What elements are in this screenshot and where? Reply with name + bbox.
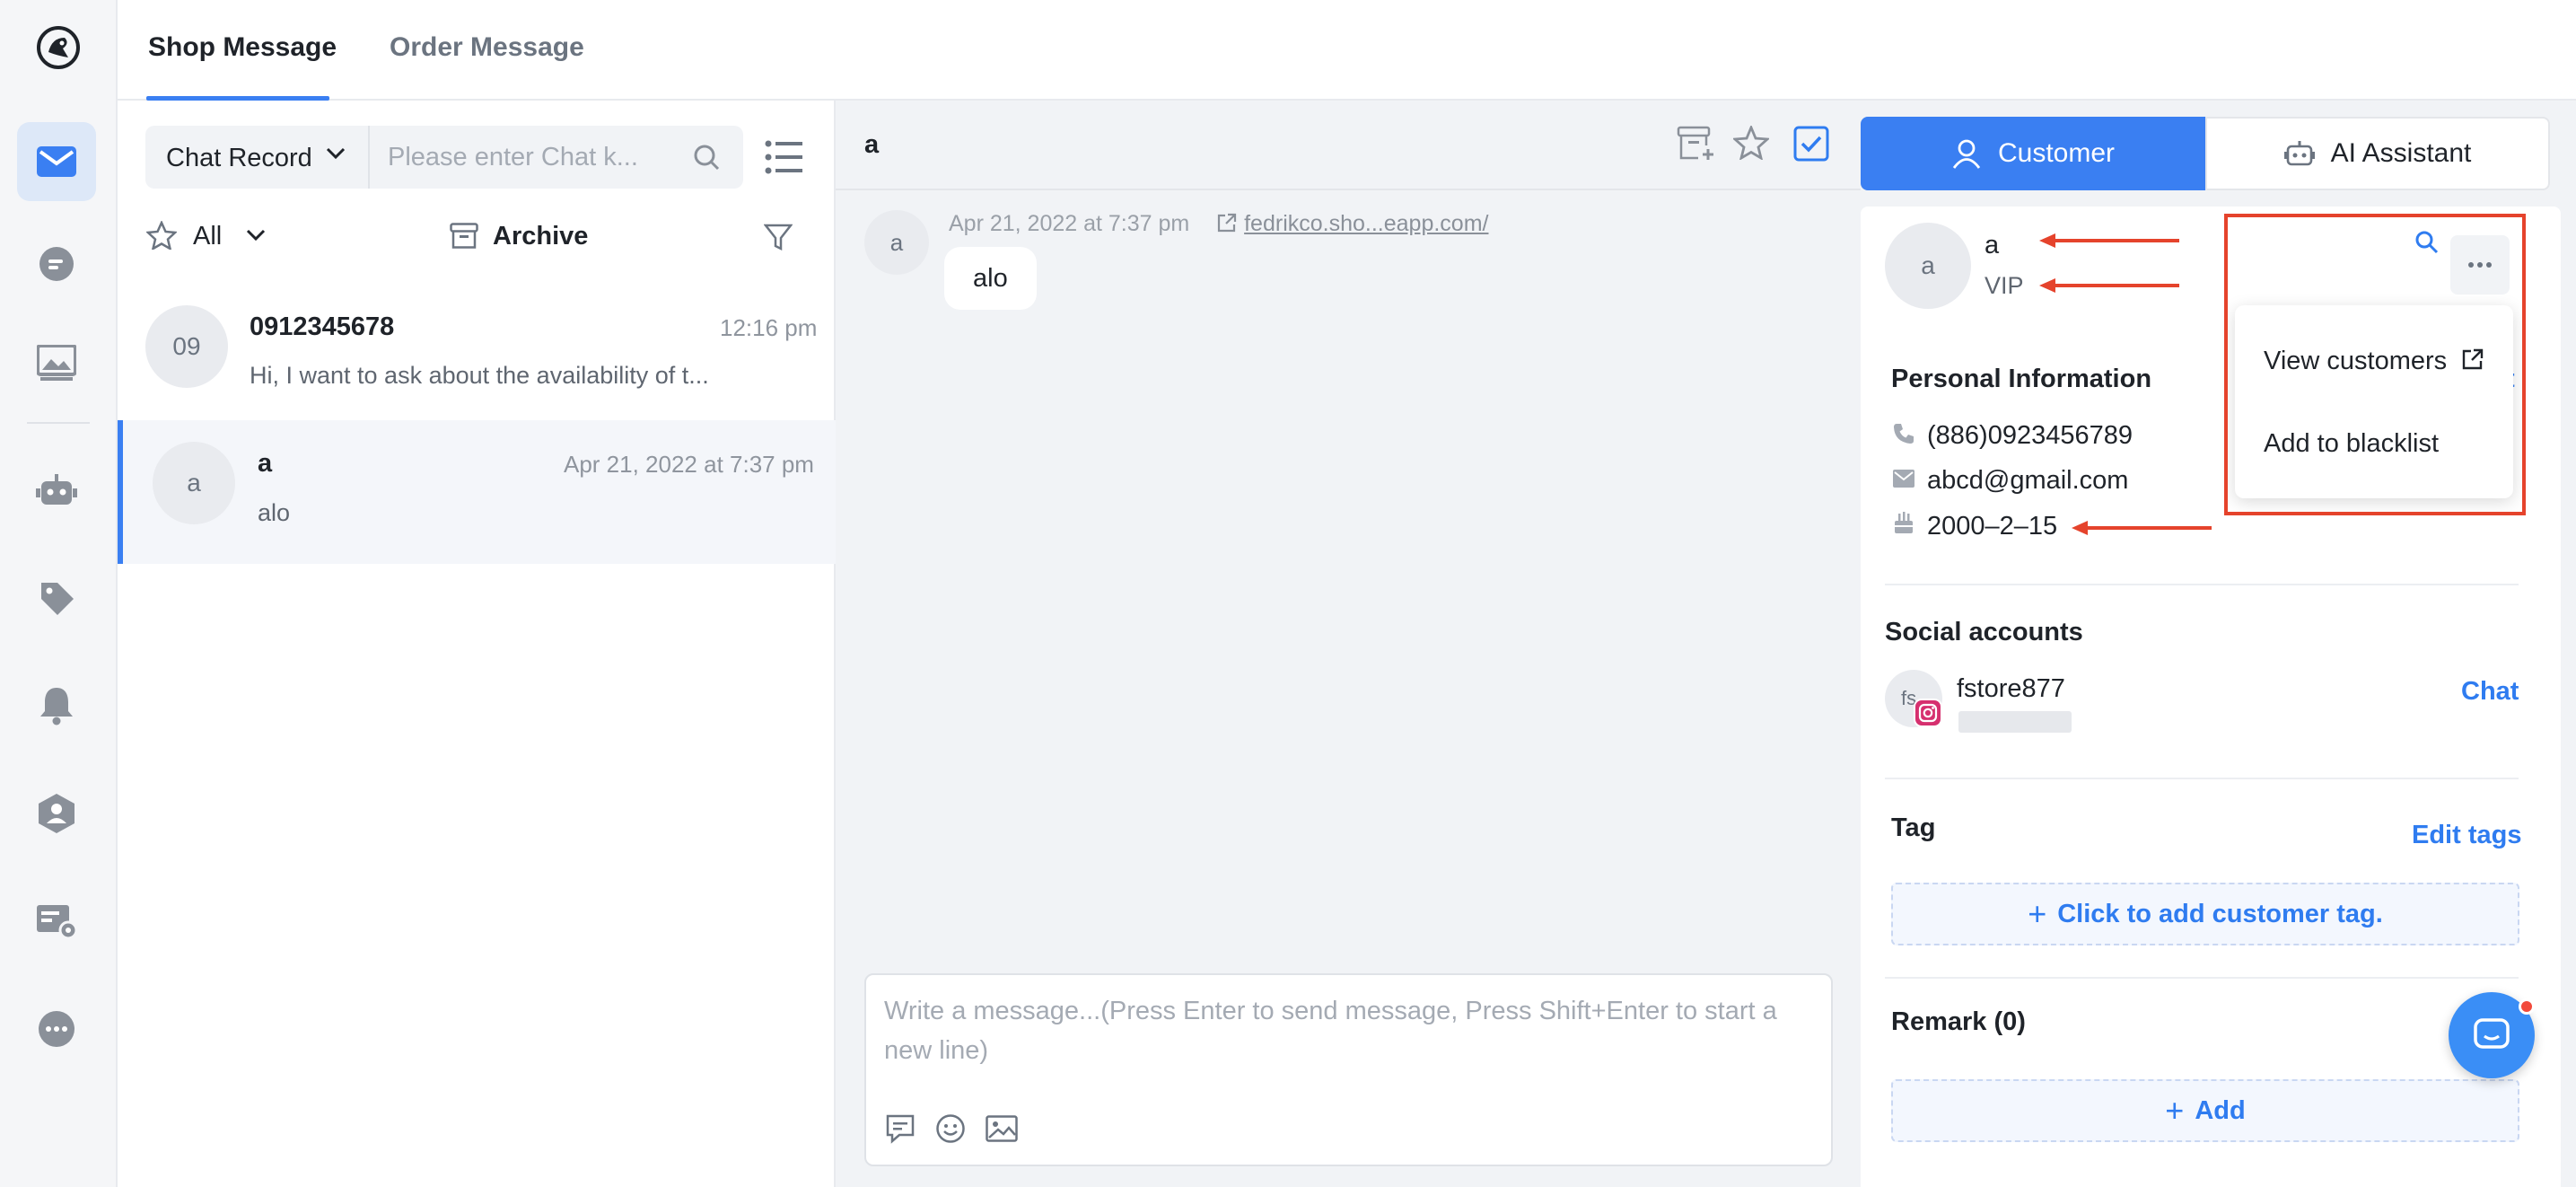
conversation-name: 0912345678 xyxy=(250,312,395,341)
add-customer-tag-button[interactable]: + Click to add customer tag. xyxy=(1891,883,2519,945)
star-icon[interactable] xyxy=(1733,126,1769,160)
plus-icon: + xyxy=(2028,895,2047,932)
section-divider xyxy=(1885,584,2519,585)
avatar: 09 xyxy=(145,305,228,388)
tab-ai-assistant[interactable]: AI Assistant xyxy=(2205,117,2550,190)
customer-email: abcd@gmail.com xyxy=(1927,466,2129,495)
customer-phone: (886)0923456789 xyxy=(1927,421,2133,450)
nav-comments-icon[interactable] xyxy=(17,224,96,303)
edit-tags-link[interactable]: Edit tags xyxy=(2412,821,2521,850)
plus-icon: + xyxy=(2165,1092,2185,1129)
conversation-name: a xyxy=(258,449,273,478)
redacted-handle xyxy=(1958,711,2072,733)
avatar: a xyxy=(153,442,235,524)
chevron-down-icon[interactable] xyxy=(246,229,266,242)
tab-ai-assistant-label: AI Assistant xyxy=(2330,138,2472,168)
checkbox-done-icon[interactable] xyxy=(1793,126,1829,162)
birthday-cake-icon xyxy=(1892,510,1915,535)
archive-add-icon[interactable] xyxy=(1677,126,1716,162)
nav-messages-icon[interactable] xyxy=(17,122,96,201)
archive-icon[interactable] xyxy=(450,223,478,250)
search-separator xyxy=(368,126,370,189)
message-time: Apr 21, 2022 at 7:37 pm xyxy=(949,211,1190,236)
remark-title: Remark (0) xyxy=(1891,1007,2026,1036)
conversation-snippet: alo xyxy=(258,499,291,526)
chat-title: a xyxy=(864,130,880,159)
message-input[interactable] xyxy=(884,991,1809,1081)
section-divider xyxy=(1885,778,2519,779)
app-logo-icon[interactable] xyxy=(36,25,81,70)
list-view-icon[interactable] xyxy=(765,140,802,174)
star-icon[interactable] xyxy=(146,221,177,250)
external-link-icon xyxy=(1216,212,1238,233)
conversation-time: 12:16 pm xyxy=(720,314,818,341)
annotation-arrows xyxy=(2039,233,2179,293)
nav-tags-icon[interactable] xyxy=(17,558,96,637)
search-type-select[interactable]: Chat Record xyxy=(166,144,312,173)
customer-name: a xyxy=(1985,231,2000,259)
tab-customer[interactable]: Customer xyxy=(1861,117,2205,190)
archive-button[interactable]: Archive xyxy=(493,222,588,251)
instagram-icon xyxy=(1914,699,1942,727)
nav-gallery-icon[interactable] xyxy=(17,323,96,402)
conversation-time: Apr 21, 2022 at 7:37 pm xyxy=(564,451,814,478)
conversation-list-panel xyxy=(118,101,836,1187)
filter-all-select[interactable]: All xyxy=(193,222,222,251)
emoji-icon[interactable] xyxy=(935,1113,966,1144)
tab-shop-message[interactable]: Shop Message xyxy=(148,32,337,63)
conversation-snippet: Hi, I want to ask about the availability… xyxy=(250,362,709,389)
social-account-name: fstore877 xyxy=(1957,674,2065,703)
tag-title: Tag xyxy=(1891,813,1936,842)
rail-divider xyxy=(27,422,90,424)
annotation-highlight-box xyxy=(2224,214,2526,515)
customer-avatar: a xyxy=(1885,223,1971,309)
robot-icon xyxy=(2283,139,2315,168)
tab-order-message[interactable]: Order Message xyxy=(390,32,584,63)
add-remark-button[interactable]: + Add xyxy=(1891,1079,2519,1142)
nav-settings-card-icon[interactable] xyxy=(17,882,96,961)
social-accounts-title: Social accounts xyxy=(1885,618,2083,646)
nav-notifications-icon[interactable] xyxy=(17,666,96,745)
email-icon xyxy=(1892,469,1915,488)
annotation-arrow-birthday xyxy=(2072,521,2212,535)
avatar: a xyxy=(864,210,929,275)
filter-funnel-icon[interactable] xyxy=(764,223,793,251)
phone-icon xyxy=(1892,422,1915,445)
social-chat-link[interactable]: Chat xyxy=(2461,677,2519,707)
message-meta: Apr 21, 2022 at 7:37 pm fedrikco.sho...e… xyxy=(949,211,1488,237)
tab-customer-label: Customer xyxy=(1997,138,2116,168)
message-bubble: alo xyxy=(944,247,1037,310)
nav-customers-icon[interactable] xyxy=(17,774,96,853)
message-link[interactable]: fedrikco.sho...eapp.com/ xyxy=(1244,211,1488,236)
search-icon[interactable] xyxy=(693,144,720,171)
personal-info-title: Personal Information xyxy=(1891,365,2152,393)
notification-dot xyxy=(2519,998,2535,1015)
section-divider xyxy=(1885,977,2519,979)
add-tag-label: Click to add customer tag. xyxy=(2057,899,2383,928)
user-icon xyxy=(1951,138,1982,169)
customer-birthday: 2000–2–15 xyxy=(1927,512,2058,541)
chat-search-input[interactable] xyxy=(388,138,657,176)
customer-level: VIP xyxy=(1985,272,2024,299)
chevron-down-icon[interactable] xyxy=(326,147,346,160)
image-upload-icon[interactable] xyxy=(986,1115,1018,1142)
nav-bot-icon[interactable] xyxy=(17,451,96,530)
chat-bubble-icon xyxy=(2474,1018,2510,1049)
quick-reply-icon[interactable] xyxy=(885,1113,916,1144)
add-remark-label: Add xyxy=(2195,1095,2246,1125)
nav-more-icon[interactable] xyxy=(17,989,96,1068)
